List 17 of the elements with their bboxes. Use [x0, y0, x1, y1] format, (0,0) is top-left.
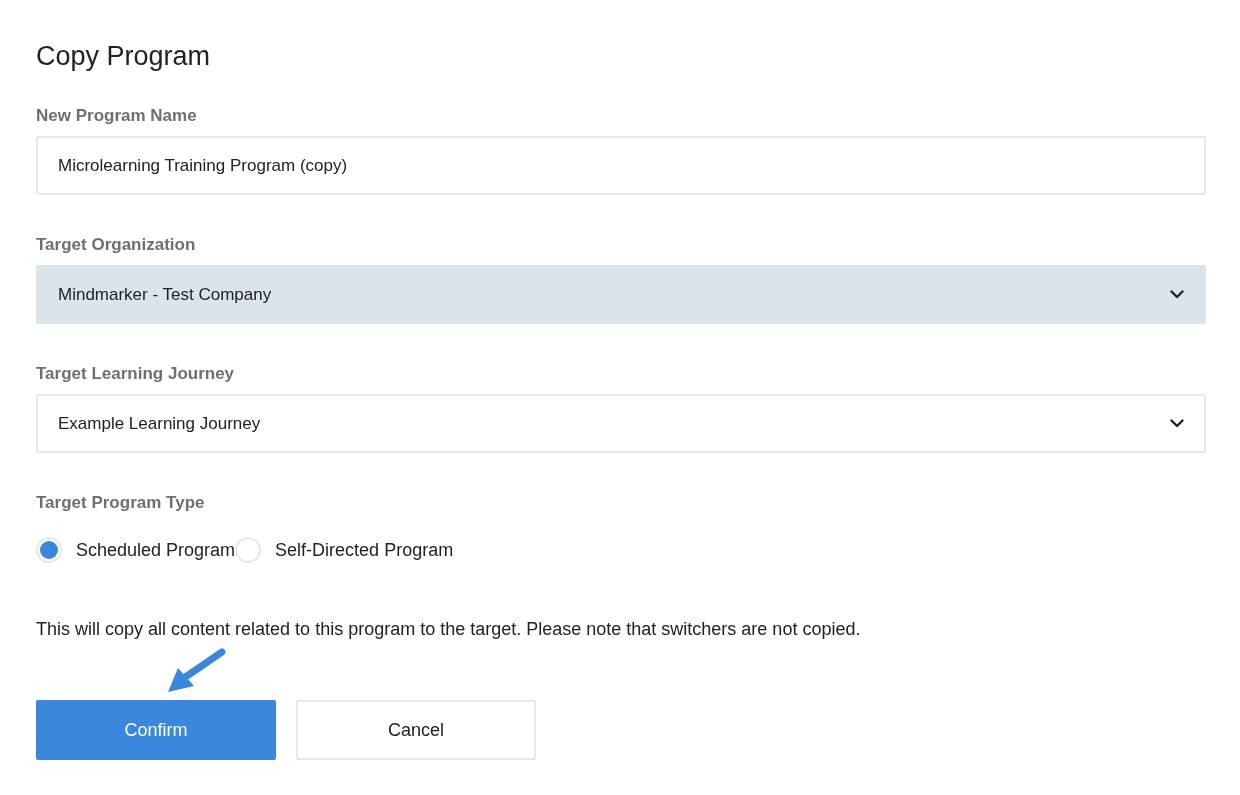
- dropdown[interactable]: Example Learning Journey: [36, 394, 1206, 453]
- field-label: Target Organization: [36, 235, 197, 255]
- field-label: Target Program Type: [36, 493, 206, 513]
- cancel-button[interactable]: Cancel: [296, 700, 536, 760]
- chevron-down-icon: [1170, 290, 1184, 299]
- confirm-button[interactable]: Confirm: [36, 700, 276, 760]
- radio-button[interactable]: [235, 537, 262, 563]
- field-label: New Program Name: [36, 106, 198, 126]
- radio-button[interactable]: [36, 537, 62, 563]
- info-text: This will copy all content related to this program to the target. Please note that switchers are not copied.: [36, 619, 862, 640]
- input-field[interactable]: Microlearning Training Program (copy): [36, 136, 1206, 195]
- field-label: Target Learning Journey: [36, 364, 236, 384]
- dropdown[interactable]: Mindmarker - Test Company: [36, 265, 1206, 324]
- radio-label[interactable]: Self-Directed Program: [275, 539, 454, 561]
- radio-label[interactable]: Scheduled Program: [76, 539, 236, 561]
- chevron-down-icon: [1170, 419, 1184, 428]
- dialog-title: Copy Program: [36, 40, 212, 73]
